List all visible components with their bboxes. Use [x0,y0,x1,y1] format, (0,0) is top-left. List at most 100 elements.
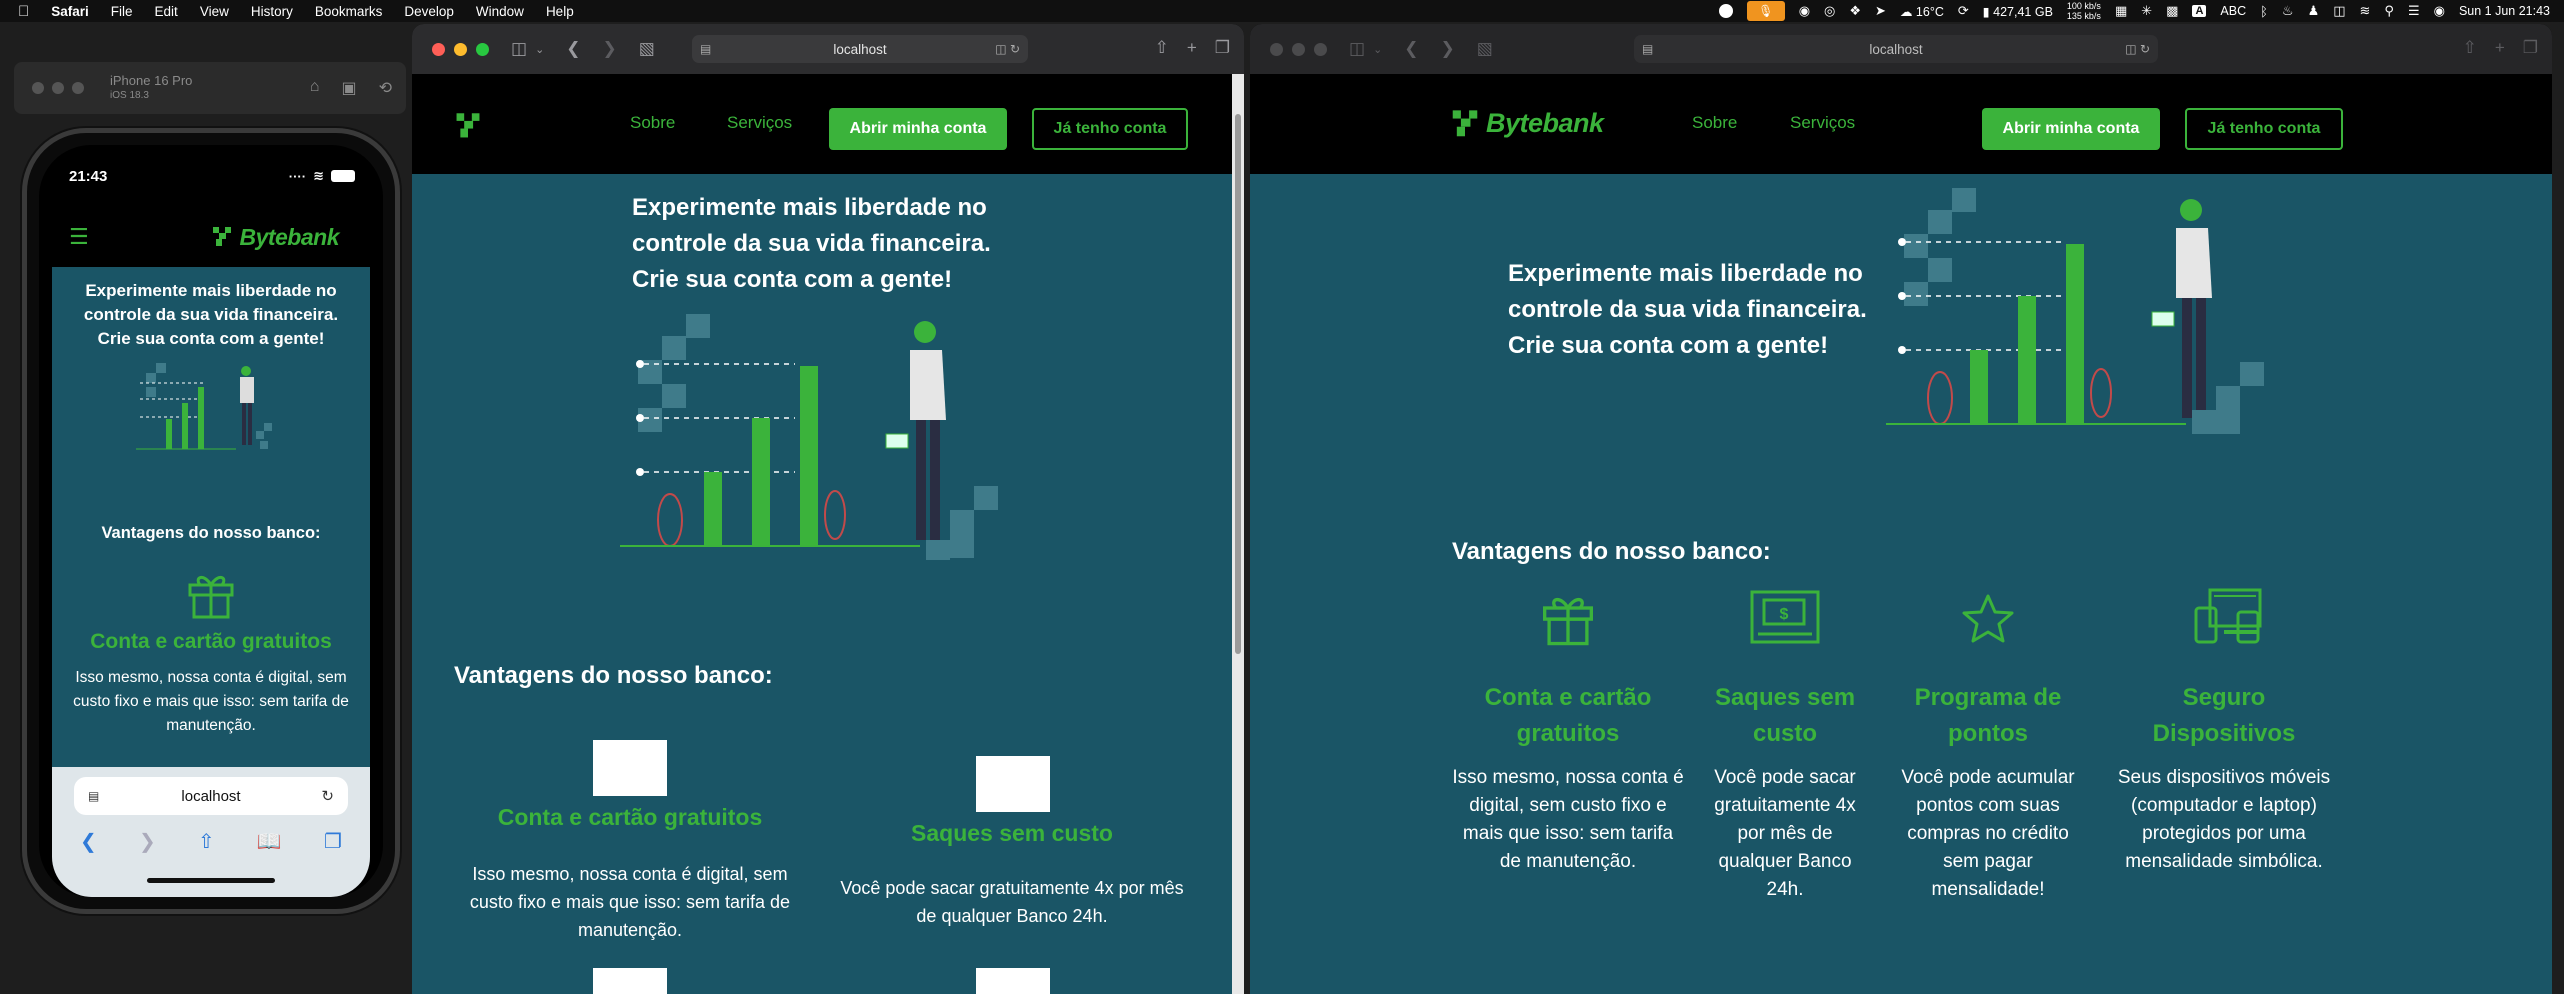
site-logo[interactable] [454,112,482,140]
home-icon[interactable]: ⌂ [310,78,320,98]
battery-icon[interactable]: ◫ [2333,3,2345,19]
zoom-button[interactable] [1314,42,1327,56]
reader-icon[interactable]: ▧ [1477,39,1493,59]
share-icon[interactable]: ⇧ [198,829,215,854]
feature-desc: Isso mesmo, nossa conta é digital, sem c… [469,864,791,940]
sidebar-icon[interactable]: ◫ [1349,39,1365,59]
rotate-icon[interactable]: ⟲ [379,78,392,98]
address-bar[interactable]: ▤ localhost ◫ ↻ [1634,35,2158,63]
tab-overview-icon[interactable]: ❐ [1215,38,1230,58]
chevron-down-icon[interactable]: ⌄ [1373,43,1382,56]
menu-view[interactable]: View [200,4,229,19]
nav-link-sobre[interactable]: Sobre [630,113,675,133]
tabs-icon[interactable]: ❐ [324,829,342,854]
bluetooth-icon[interactable]: ᛒ [2260,4,2268,19]
new-tab-icon[interactable]: + [1187,38,1197,58]
new-tab-icon[interactable]: + [2495,38,2505,58]
zoom-button[interactable] [476,42,489,56]
scrollbar-thumb[interactable] [1235,114,1241,654]
input-source-label[interactable]: ABC [2220,4,2246,18]
scrollbar-track[interactable] [1232,74,1244,994]
menu-history[interactable]: History [251,4,293,19]
chevron-down-icon[interactable]: ⌄ [535,43,544,56]
mobile-address-bar[interactable]: ▤ localhost ↻ [74,777,348,815]
forward-icon[interactable]: ❯ [1441,39,1455,59]
login-button[interactable]: Já tenho conta [2185,108,2343,150]
back-icon[interactable]: ❮ [80,829,97,854]
grid-icon[interactable]: ▩ [2166,3,2178,19]
antenna-icon[interactable]: ✳ [2141,3,2152,19]
share-icon[interactable]: ⇧ [2463,38,2477,58]
search-icon[interactable]: ⚲ [2384,3,2394,19]
back-icon[interactable]: ❮ [1404,39,1418,59]
network-icon[interactable]: ◎ [1824,3,1835,19]
forward-icon[interactable]: ❯ [603,39,617,59]
screenshot-icon[interactable]: ▣ [341,78,356,98]
hero-line-3: Crie sua conta com a gente! [632,266,953,293]
input-source-icon[interactable]: A [2192,5,2207,17]
record-status-icon[interactable] [1718,4,1733,18]
minimize-button[interactable] [1292,42,1305,56]
nav-link-servicos[interactable]: Serviços [1790,113,1855,133]
clock[interactable]: Sun 1 Jun 21:43 [2459,4,2550,18]
nav-link-servicos[interactable]: Serviços [727,113,792,133]
page-settings-icon[interactable]: ▤ [88,789,99,803]
user-icon[interactable]: ♟ [2308,3,2320,19]
bytebank-logo-icon [456,113,480,138]
network-speed[interactable]: 100 kb/s 135 kb/s [2067,1,2101,21]
wifi-icon[interactable]: ≋ [2360,3,2371,19]
site-logo[interactable]: Bytebank [1450,108,1604,139]
sidebar-icon[interactable]: ◫ [511,39,527,59]
reload-icon[interactable]: ◫ ↻ [2125,42,2150,56]
login-button[interactable]: Já tenho conta [1032,108,1188,150]
feature-title: Seguro Dispositivos [2108,680,2340,752]
reader-icon[interactable]: ▧ [639,39,655,59]
share-icon[interactable]: ⇧ [1155,38,1169,58]
screen-share-icon[interactable]: ◉ [1799,3,1810,19]
menu-bookmarks[interactable]: Bookmarks [315,4,383,19]
reload-icon[interactable]: ◫ ↻ [995,42,1020,56]
forward-icon[interactable]: ❯ [139,829,156,854]
menu-app-name[interactable]: Safari [51,4,89,19]
simulator-close-button[interactable] [32,82,44,94]
weather-status[interactable]: ☁ 16°C [1900,4,1944,19]
reload-icon[interactable]: ↻ [321,787,334,805]
compass-icon[interactable]: ❖ [1849,3,1861,19]
address-bar[interactable]: ▤ localhost ◫ ↻ [692,35,1028,63]
simulator-window-controls[interactable] [32,82,84,94]
hamburger-menu-icon[interactable]: ☰ [69,224,89,250]
apple-menu-icon[interactable]:  [18,3,29,20]
menu-window[interactable]: Window [476,4,524,19]
close-button[interactable] [432,42,445,56]
sync-icon[interactable]: ⟳ [1958,3,1969,19]
simulator-minimize-button[interactable] [52,82,64,94]
minimize-button[interactable] [454,42,467,56]
menu-develop[interactable]: Develop [404,4,454,19]
siri-icon[interactable]: ◉ [2434,3,2445,19]
ios-signal-icon: ···· [288,168,307,184]
page-settings-icon[interactable]: ▤ [1642,42,1653,56]
menu-file[interactable]: File [111,4,133,19]
mobile-logo[interactable]: Bytebank [211,224,339,251]
page-settings-icon[interactable]: ▤ [700,42,711,56]
disk-status[interactable]: ▮ 427,41 GB [1983,4,2053,19]
close-button[interactable] [1270,42,1283,56]
nav-link-sobre[interactable]: Sobre [1692,113,1737,133]
bookmarks-icon[interactable]: 📖 [257,829,282,854]
open-account-button[interactable]: Abrir minha conta [1982,108,2160,150]
disk-icon: ▮ [1982,4,1990,19]
pin-icon[interactable]: ➤ [1875,3,1886,19]
back-icon[interactable]: ❮ [566,39,580,59]
open-account-button[interactable]: Abrir minha conta [829,108,1007,150]
stats-icon[interactable]: ▦ [2115,3,2127,19]
tab-overview-icon[interactable]: ❐ [2523,38,2538,58]
menu-help[interactable]: Help [546,4,574,19]
control-center-icon[interactable]: ☰ [2408,3,2420,19]
feature-desc: Isso mesmo, nossa conta é digital, sem c… [1452,767,1684,872]
microphone-icon[interactable]: 🎙 [1746,1,1785,21]
simulator-zoom-button[interactable] [72,82,84,94]
menu-edit[interactable]: Edit [155,4,178,19]
mobile-site-header: ☰ Bytebank [39,207,383,267]
ios-wifi-icon: ≋ [313,168,324,183]
bell-icon[interactable]: ♨ [2282,3,2294,19]
